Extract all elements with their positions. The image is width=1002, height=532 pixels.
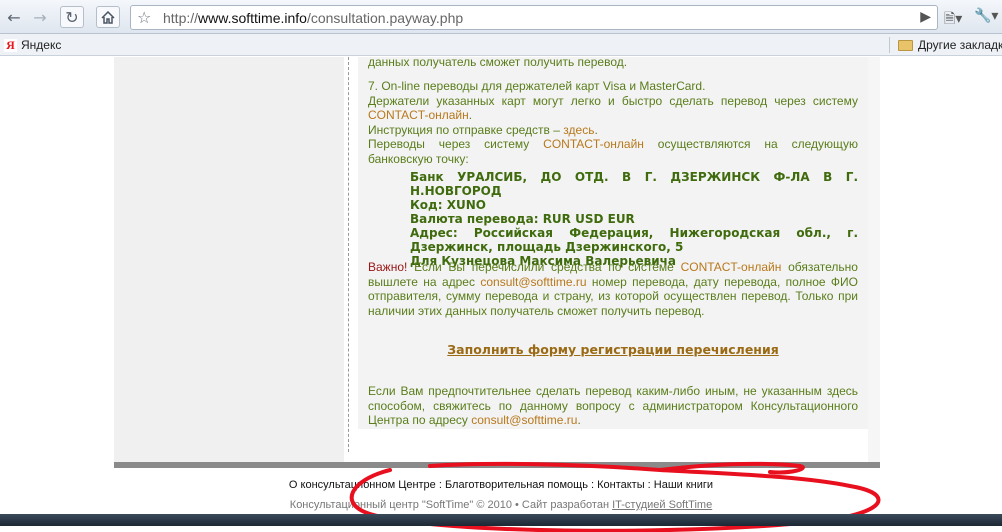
footer-copyright: Консультационный центр "SoftTime" © 2010… <box>0 499 1002 511</box>
wrench-menu-icon[interactable]: 🔧▾ <box>974 8 998 24</box>
address-bar[interactable]: ☆ http://www.softtime.info/consultation.… <box>130 5 938 30</box>
os-taskbar <box>0 514 1002 526</box>
bookmark-yandex[interactable]: Я Яндекс <box>4 38 61 52</box>
important-email-link[interactable]: consult@softtime.ru <box>480 275 586 289</box>
paragraph-online-transfers: 7. On-line переводы для держателей карт … <box>368 79 858 166</box>
bank-name: Банк УРАЛСИБ, ДО ОТД. В Г. ДЗЕРЖИНСК Ф-Л… <box>410 170 858 198</box>
bookmarks-bar: Я Яндекс Другие закладк <box>0 34 1002 56</box>
registration-form-link[interactable]: Заполнить форму регистрации перечисления <box>368 342 858 358</box>
browser-toolbar: ← → ↻ ☆ http://www.softtime.info/consult… <box>0 0 1002 34</box>
content-bottom-bar <box>114 462 880 468</box>
page-viewport: данных получатель сможет получить перево… <box>0 55 1002 532</box>
column-divider <box>348 57 349 452</box>
url-text[interactable]: http://www.softtime.info/consultation.pa… <box>163 10 463 26</box>
page-menu-icon[interactable]: 🗎▾ <box>944 8 962 32</box>
footer-copyright-text: Консультационный центр "SoftTime" © 2010… <box>289 499 610 511</box>
bank-address: Адрес: Российская Федерация, Нижегородск… <box>410 226 858 254</box>
paragraph-previous-tail: данных получатель сможет получить перево… <box>368 55 628 69</box>
yandex-logo-icon: Я <box>4 38 17 52</box>
play-icon[interactable]: ▶ <box>920 9 931 25</box>
transfer-text-a: Переводы через систему <box>368 137 530 151</box>
reload-icon[interactable]: ↻ <box>60 6 84 28</box>
online-description: Держатели указанных карт могут легко и б… <box>368 93 858 123</box>
contact-online-text: CONTACT-онлайн <box>368 108 469 122</box>
forward-arrow-icon[interactable]: → <box>28 6 52 28</box>
bank-code: Код: XUNO <box>410 198 486 212</box>
important-label: Важно! <box>368 260 408 274</box>
url-scheme: http:// <box>163 10 199 26</box>
bookmark-star-icon[interactable]: ☆ <box>137 8 151 27</box>
instruction-line: Инструкция по отправке средств – здесь. <box>368 122 598 137</box>
bookmark-other-label: Другие закладк <box>918 38 1002 52</box>
footer-links[interactable]: О консультационном Центре : Благотворите… <box>0 479 1002 491</box>
other-methods-email-link[interactable]: consult@softtime.ru <box>471 413 577 427</box>
bank-details: Банк УРАЛСИБ, ДО ОТД. В Г. ДЗЕРЖИНСК Ф-Л… <box>410 170 858 268</box>
bookmark-yandex-label: Яндекс <box>21 38 62 52</box>
right-border <box>868 57 880 462</box>
home-icon-graphic <box>101 10 115 24</box>
transfer-contact-text: CONTACT-онлайн <box>543 137 644 151</box>
url-host: www.softtime.info <box>198 10 307 26</box>
home-icon[interactable] <box>96 6 120 28</box>
online-description-text: Держатели указанных карт могут легко и б… <box>368 93 858 108</box>
transfer-line: Переводы через систему CONTACT-онлайн ос… <box>368 137 858 166</box>
other-methods-text: Если Вам предпочтительнее сделать перево… <box>368 384 858 427</box>
folder-icon <box>898 39 913 51</box>
paragraph-important: Важно! Если Вы перечислили средства по с… <box>368 260 858 318</box>
bank-currency: Валюта перевода: RUR USD EUR <box>410 212 635 226</box>
section-heading: 7. On-line переводы для держателей карт … <box>368 79 706 93</box>
paragraph-other-methods: Если Вам предпочтительнее сделать перево… <box>368 384 858 427</box>
important-contact-text: CONTACT-онлайн <box>680 260 782 274</box>
bookmark-other[interactable]: Другие закладк <box>898 38 1002 52</box>
left-sidebar <box>114 57 344 462</box>
url-path: /consultation.payway.php <box>306 10 464 26</box>
important-text-a: Если Вы перечислили средства по системе <box>414 260 674 274</box>
instruction-text: Инструкция по отправке средств – <box>368 122 560 137</box>
instruction-link[interactable]: здесь <box>563 123 594 137</box>
footer-studio-link[interactable]: IT-студией SoftTime <box>612 499 712 511</box>
back-arrow-icon[interactable]: ← <box>2 6 26 28</box>
bookmarks-divider <box>889 37 890 53</box>
